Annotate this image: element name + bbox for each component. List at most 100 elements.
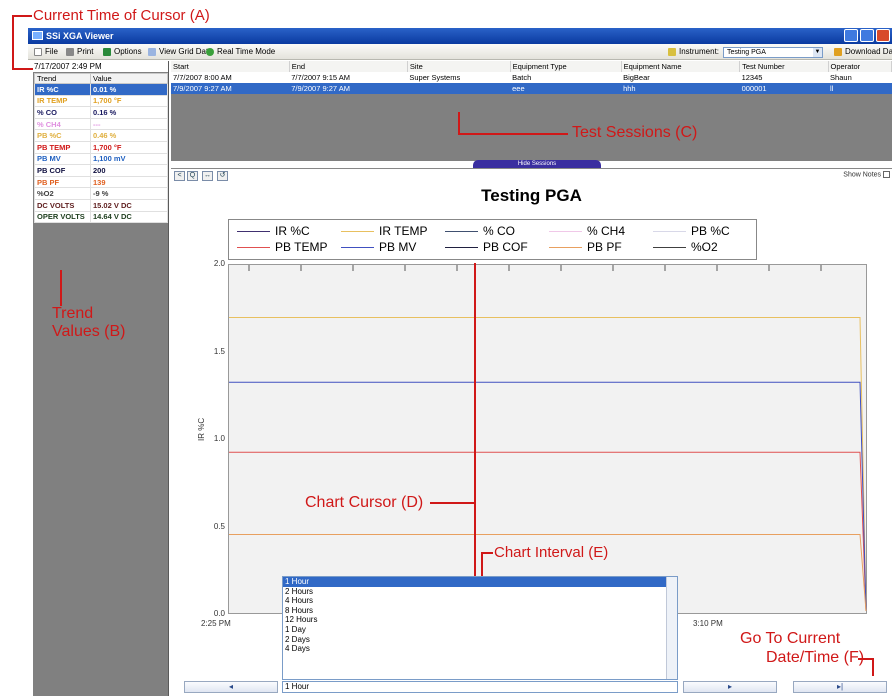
legend-item[interactable]: PB PF <box>549 240 622 254</box>
callout-e-line-v <box>481 552 483 578</box>
toolbar: File Print Options View Grid Data Real T… <box>28 44 892 60</box>
interval-option[interactable]: 12 Hours <box>283 615 677 625</box>
session-column-header[interactable]: Test Number <box>739 61 829 72</box>
callout-chart-interval: Chart Interval (E) <box>494 544 609 561</box>
options-button[interactable]: Options <box>103 44 142 60</box>
callout-chart-cursor: Chart Cursor (D) <box>305 494 424 511</box>
session-column-header[interactable]: Operator <box>828 61 892 72</box>
session-cell: ll <box>828 83 892 94</box>
print-icon <box>66 48 74 56</box>
instrument-icon <box>668 48 676 56</box>
callout-go-to-current-1: Go To Current <box>740 630 841 647</box>
trend-value-cell: 139 <box>90 175 168 189</box>
trend-row[interactable]: PB PF 139 <box>34 175 168 189</box>
session-row[interactable]: 7/9/2007 9:27 AM 7/9/2007 9:27 AM eee hhh 00… <box>171 83 892 94</box>
interval-option[interactable]: 4 Hours <box>283 596 677 606</box>
legend-label: %O2 <box>691 240 718 254</box>
legend-label: PB %C <box>691 224 730 238</box>
interval-option[interactable]: 2 Days <box>283 635 677 645</box>
scroll-forward-button[interactable]: ▸ <box>683 681 777 693</box>
callout-c-line-v <box>458 112 460 134</box>
callout-d-line <box>430 502 474 504</box>
scroll-back-button[interactable]: ◂ <box>184 681 278 693</box>
session-cell: 7/9/2007 9:27 AM <box>289 83 408 94</box>
chart-interval-select[interactable]: 1 Hour <box>282 681 678 693</box>
instrument-label: Instrument: <box>668 44 719 60</box>
trend-trend-cell: OPER VOLTS <box>34 210 91 224</box>
trend-row[interactable]: IR %C 0.01 % <box>34 83 168 96</box>
session-cell: 7/9/2007 9:27 AM <box>171 83 290 94</box>
real-time-mode-button[interactable]: Real Time Mode <box>206 44 275 60</box>
legend-item[interactable]: PB TEMP <box>237 240 327 254</box>
session-column-header[interactable]: Equipment Name <box>621 61 741 72</box>
y-tick-label: 0.0 <box>213 609 225 618</box>
legend-label: % CH4 <box>587 224 626 238</box>
minimize-button[interactable] <box>844 29 858 42</box>
session-column-header[interactable]: Equipment Type <box>510 61 622 72</box>
trend-row[interactable]: IR TEMP 1,700 °F <box>34 94 168 108</box>
trend-row[interactable]: OPER VOLTS 14.64 V DC <box>34 210 168 224</box>
trend-row[interactable]: % CO 0.16 % <box>34 106 168 119</box>
interval-option[interactable]: 8 Hours <box>283 606 677 616</box>
session-column-header[interactable]: Site <box>407 61 511 72</box>
maximize-button[interactable] <box>860 29 874 42</box>
interval-option[interactable]: 2 Hours <box>283 587 677 597</box>
file-menu[interactable]: File <box>34 44 58 60</box>
trend-row[interactable]: PB MV 1,100 mV <box>34 152 168 166</box>
scrollbar[interactable] <box>666 577 677 679</box>
download-data-button[interactable]: Download Dat <box>834 44 892 60</box>
y-tick-label: 1.5 <box>213 346 225 356</box>
print-button[interactable]: Print <box>66 44 93 60</box>
legend-item[interactable]: IR %C <box>237 224 310 238</box>
show-notes-toggle[interactable]: Show Notes <box>843 171 890 178</box>
session-column-header[interactable]: End <box>289 61 408 72</box>
callout-trend-values-1: Trend <box>52 305 94 322</box>
legend-item[interactable]: %O2 <box>653 240 718 254</box>
legend-item[interactable]: PB COF <box>445 240 528 254</box>
legend-item[interactable]: % CH4 <box>549 224 625 238</box>
legend-item[interactable]: PB %C <box>653 224 730 238</box>
chart-cursor[interactable] <box>474 263 476 579</box>
callout-a-line-h2 <box>12 68 34 70</box>
session-cell: 12345 <box>739 72 829 83</box>
session-column-header[interactable]: Start <box>171 61 290 72</box>
legend-item[interactable]: PB MV <box>341 240 416 254</box>
trend-column-header[interactable]: Trend <box>34 73 91 84</box>
trend-row[interactable]: PB TEMP 1,700 °F <box>34 140 168 154</box>
trend-trend-cell: % CO <box>34 106 91 119</box>
chart-title: Testing PGA <box>481 186 582 205</box>
session-row[interactable]: 7/7/2007 8:00 AM 7/7/2007 9:15 AM Super Sy… <box>171 72 892 83</box>
chart-interval-list: 1 Hour 2 Hours 4 Hours 8 Hours 12 Hours 1 Day… <box>282 576 678 680</box>
legend-swatch <box>549 231 582 232</box>
session-cell: BigBear <box>621 72 740 83</box>
trend-value-cell: 0.01 % <box>90 83 168 96</box>
legend-swatch <box>341 231 374 232</box>
legend-item[interactable]: IR TEMP <box>341 224 427 238</box>
legend-item[interactable]: % CO <box>445 224 515 238</box>
interval-option[interactable]: 4 Days <box>283 644 677 654</box>
trend-table: Trend Value IR %C 0.01 % IR TEMP 1,700 °F% … <box>34 73 168 224</box>
interval-option[interactable]: 1 Hour <box>283 577 677 587</box>
view-grid-data-button[interactable]: View Grid Data <box>148 44 213 60</box>
trend-row[interactable]: PB %C 0.46 % <box>34 129 168 142</box>
trend-row[interactable]: PB COF 200 <box>34 164 168 177</box>
go-to-current-button[interactable]: ▸| <box>793 681 887 693</box>
select-tool-button[interactable]: < <box>174 171 185 181</box>
legend-swatch <box>237 247 270 248</box>
trend-value-cell: 1,100 mV <box>90 152 168 166</box>
value-column-header[interactable]: Value <box>90 73 168 84</box>
reset-tool-button[interactable]: ↺ <box>217 171 228 181</box>
close-button[interactable] <box>876 29 890 42</box>
instrument-select[interactable]: Testing PGA ▼ <box>723 47 823 58</box>
trend-row[interactable]: DC VOLTS 15.02 V DC <box>34 198 168 212</box>
pan-tool-button[interactable]: ↔ <box>202 171 213 181</box>
trend-row[interactable]: % CH4 --- <box>34 117 168 131</box>
interval-option[interactable]: 1 Day <box>283 625 677 635</box>
y-axis-label: IR %C <box>197 417 206 441</box>
trend-trend-cell: PB PF <box>34 175 91 189</box>
chart-legend: IR %C IR TEMP % CO % CH4 PB %C PB TEMP PB MV PB… <box>228 219 757 260</box>
trend-trend-cell: PB TEMP <box>34 140 91 154</box>
zoom-tool-button[interactable]: Q <box>187 171 198 181</box>
trend-row[interactable]: %O2 -9 % <box>34 187 168 200</box>
chart-svg <box>229 265 867 612</box>
